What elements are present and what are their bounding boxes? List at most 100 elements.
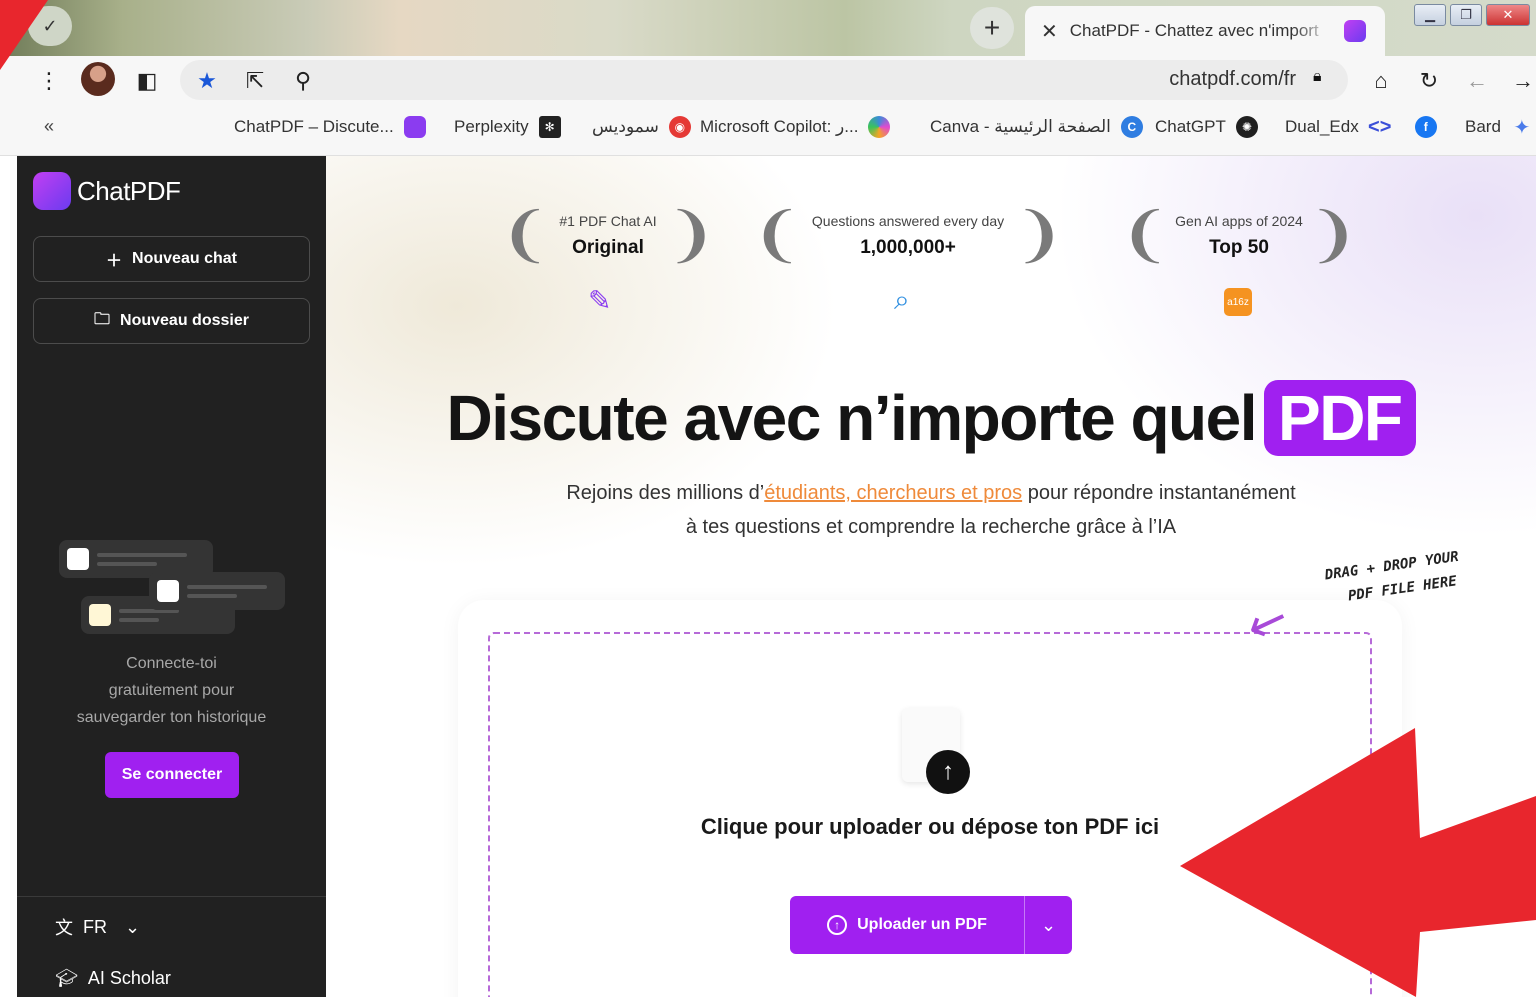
bookmark-label: ChatGPT [1155, 117, 1226, 136]
folder-icon: 🗀 [94, 310, 111, 328]
profile-avatar[interactable] [81, 62, 115, 96]
upload-button-group: ↑ Uploader un PDF ⌄ [790, 896, 1072, 954]
bookmark-dualedx[interactable]: Dual_Edx <> f [1285, 116, 1437, 138]
bookmark-label: سموديس [592, 117, 659, 136]
login-prompt-line: gratuitement pour [108, 682, 235, 699]
copilot-icon [868, 116, 891, 138]
sidebar-panel-icon[interactable]: ◧ [130, 64, 164, 98]
upload-options-chevron-icon[interactable]: ⌄ [1024, 896, 1072, 954]
drag-drop-hint: DRAG + DROP YOUR PDF FILE HERE [1323, 545, 1463, 611]
zoom-search-icon[interactable]: ⚲ [286, 64, 320, 98]
tab-title: ChatPDF - Chattez avec n'import [1069, 21, 1319, 40]
restore-icon[interactable]: ❐ [1450, 4, 1482, 26]
collapse-chevrons-icon[interactable]: « [44, 116, 54, 137]
login-prompt-line: sauvegarder ton historique [76, 709, 267, 726]
translate-icon: 文 [55, 918, 73, 938]
subtitle-line2: à tes questions et comprendre la recherc… [685, 516, 1177, 538]
laurel-right-icon: ❩ [665, 201, 716, 268]
perplexity-icon: ✻ [538, 116, 561, 138]
back-arrow-icon[interactable]: ← [1460, 64, 1494, 98]
bookmark-label: Dual_Edx [1285, 117, 1359, 136]
language-selector[interactable]: 文 FR ⌄ [55, 914, 140, 940]
facebook-icon: f [1414, 116, 1437, 138]
ai-scholar-label: AI Scholar [87, 968, 171, 988]
award-questions: ❨ ❩ Questions answered every day 1,000,0… [746, 201, 1070, 265]
share-icon[interactable]: ⇱ [238, 64, 272, 98]
history-illustration [59, 540, 289, 640]
bookmark-chatgpt[interactable]: ChatGPT ✺ [1155, 116, 1258, 138]
bookmark-copilot[interactable]: Microsoft Copilot: ر... [700, 116, 891, 138]
active-tab[interactable]: ✕ ChatPDF - Chattez avec n'import [1025, 6, 1385, 56]
window-close-icon[interactable]: ✕ [1486, 4, 1530, 26]
url-text[interactable]: chatpdf.com/fr [1169, 68, 1296, 91]
subtitle-text: pour répondre instantanément [1022, 482, 1296, 504]
chatgpt-icon: ✺ [1235, 116, 1258, 138]
code-brackets-icon: <> [1368, 115, 1392, 138]
minimize-icon[interactable]: ▁ [1414, 4, 1446, 26]
left-edge [0, 156, 17, 997]
new-tab-button[interactable]: + [970, 7, 1014, 49]
audience-link[interactable]: étudiants, chercheurs et pros [764, 482, 1022, 504]
bookmark-canva[interactable]: Canva - الصفحة الرئيسية C [930, 116, 1143, 138]
bookmark-bard[interactable]: Bard ✦ [1465, 116, 1533, 139]
headline-text: Discute avec n’importe quel [446, 382, 1257, 454]
upload-arrow-icon: ↑ [926, 750, 970, 794]
doc-yellow-icon [89, 604, 111, 626]
chatpdf-bookmark-icon [403, 116, 426, 138]
window-controls: ▁ ❐ ✕ [1408, 0, 1536, 30]
hero-headline: Discute avec n’importe quel PDF [326, 380, 1536, 456]
bookmark-label: Microsoft Copilot: ر... [700, 117, 859, 136]
laurel-left-icon: ❨ [752, 201, 803, 268]
new-folder-label: Nouveau dossier [120, 312, 249, 329]
upload-pdf-button[interactable]: ↑ Uploader un PDF [790, 896, 1024, 954]
search-chat-icon: ⌕ [894, 284, 910, 315]
bookmark-chatpdf[interactable]: ChatPDF – Discute... [234, 116, 426, 138]
laurel-left-icon: ❨ [500, 201, 551, 268]
laurel-right-icon: ❩ [1307, 201, 1358, 268]
tab-close-icon[interactable]: ✕ [1041, 19, 1058, 44]
reload-icon[interactable]: ↻ [1412, 64, 1446, 98]
award-original: ❨ ❩ #1 PDF Chat AI Original [488, 201, 728, 265]
red-corner-annotation [0, 0, 48, 70]
forward-arrow-icon[interactable]: → [1506, 64, 1536, 98]
chatpdf-logo[interactable]: ChatPDF [33, 172, 181, 210]
home-icon[interactable]: ⌂ [1364, 64, 1398, 98]
chevron-down-icon: ⌄ [125, 916, 141, 937]
illus-card [149, 572, 285, 610]
subtitle-text: Rejoins des millions d’ [566, 482, 765, 504]
bookmark-perplexity[interactable]: Perplexity ✻ [454, 116, 561, 138]
award-top50: ❨ ❩ Gen AI apps of 2024 Top 50 [1116, 201, 1362, 265]
lock-icon[interactable]: 🔒︎ [1313, 68, 1322, 86]
ai-scholar-link[interactable]: 🎓︎ AI Scholar [55, 968, 171, 989]
bookmark-label: Perplexity [454, 117, 529, 136]
doc-green-icon [157, 580, 179, 602]
sidebar: ChatPDF ＋ Nouveau chat 🗀 Nouveau dossier… [17, 156, 326, 997]
bookmark-3[interactable]: سموديس ◉ [592, 116, 691, 138]
red-annotation-arrow [1180, 728, 1536, 997]
bookmark-label: ChatPDF – Discute... [234, 117, 394, 136]
red-arrow-shape [1180, 728, 1536, 997]
language-label: FR [83, 916, 107, 937]
bard-sparkle-icon: ✦ [1513, 116, 1531, 139]
sparkle-chat-icon: ✎ [588, 285, 612, 316]
a16z-badge-icon: a16z [1224, 288, 1252, 316]
pdf-badge: PDF [1264, 380, 1416, 456]
login-prompt-line: Connecte-toi [126, 655, 217, 672]
bookmark-red-icon: ◉ [668, 116, 691, 138]
bookmark-label: Bard [1465, 117, 1501, 136]
new-chat-label: Nouveau chat [132, 250, 237, 267]
new-folder-button[interactable]: 🗀 Nouveau dossier [33, 298, 310, 344]
canva-icon: C [1120, 116, 1143, 138]
logo-text: ChatPDF [77, 175, 181, 206]
laurel-left-icon: ❨ [1120, 201, 1171, 268]
doc-purple-icon [67, 548, 89, 570]
upload-button-label: Uploader un PDF [857, 916, 987, 933]
upload-circle-icon: ↑ [827, 915, 848, 935]
graduation-cap-icon: 🎓︎ [55, 968, 78, 988]
bookmark-star-icon[interactable]: ★ [190, 64, 224, 98]
sidebar-divider [17, 896, 326, 897]
chatpdf-favicon-icon [1343, 20, 1366, 42]
login-button[interactable]: Se connecter [105, 752, 239, 798]
hero-subtitle: Rejoins des millions d’étudiants, cherch… [326, 476, 1536, 544]
new-chat-button[interactable]: ＋ Nouveau chat [33, 236, 310, 282]
